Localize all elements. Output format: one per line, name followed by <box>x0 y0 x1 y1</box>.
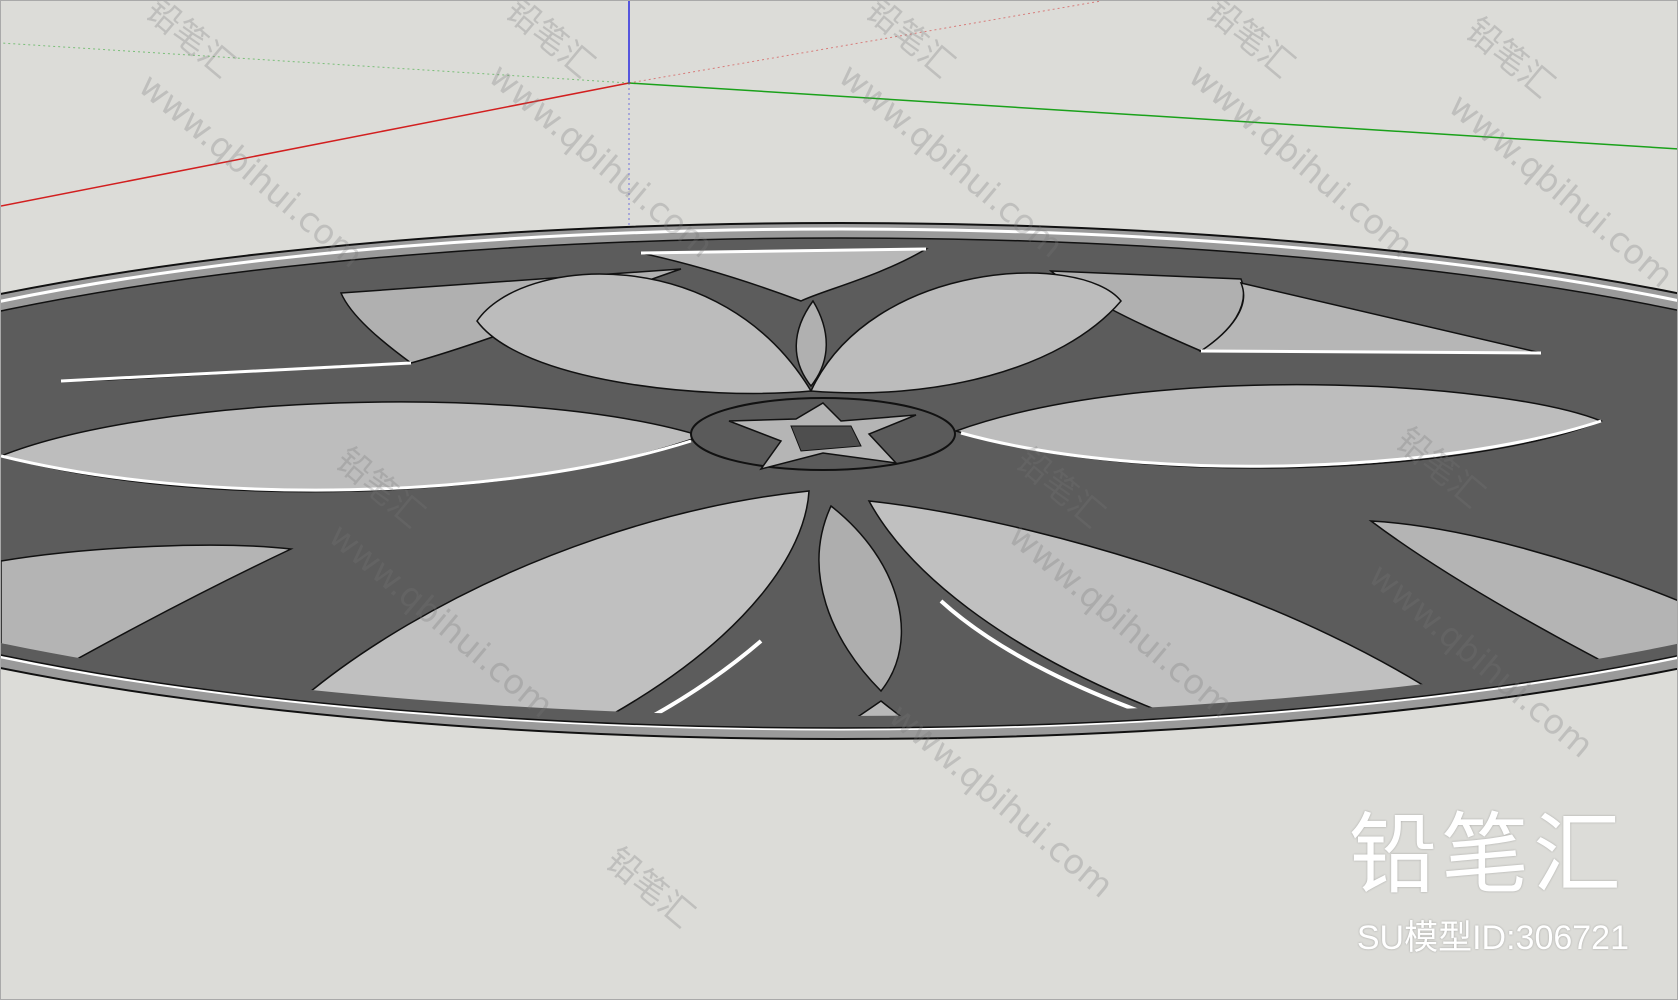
model-id-label: SU模型ID:306721 <box>1356 919 1629 957</box>
red-axis-hidden <box>628 1 1102 84</box>
petal-edge-highlight <box>1200 349 1542 355</box>
sketchup-viewport[interactable]: 铅笔汇 www.qbihui.com 铅笔汇 www.qbihui.com 铅笔… <box>0 0 1678 1000</box>
brand-overlay: 铅笔汇 <box>1348 803 1625 906</box>
petal-edge-highlight <box>501 919 1321 957</box>
axes-origin-icon <box>1 1 1677 241</box>
center-star-inner <box>790 425 862 452</box>
red-axis <box>1 82 630 207</box>
green-axis <box>628 82 1677 150</box>
green-axis-hidden <box>1 42 630 84</box>
